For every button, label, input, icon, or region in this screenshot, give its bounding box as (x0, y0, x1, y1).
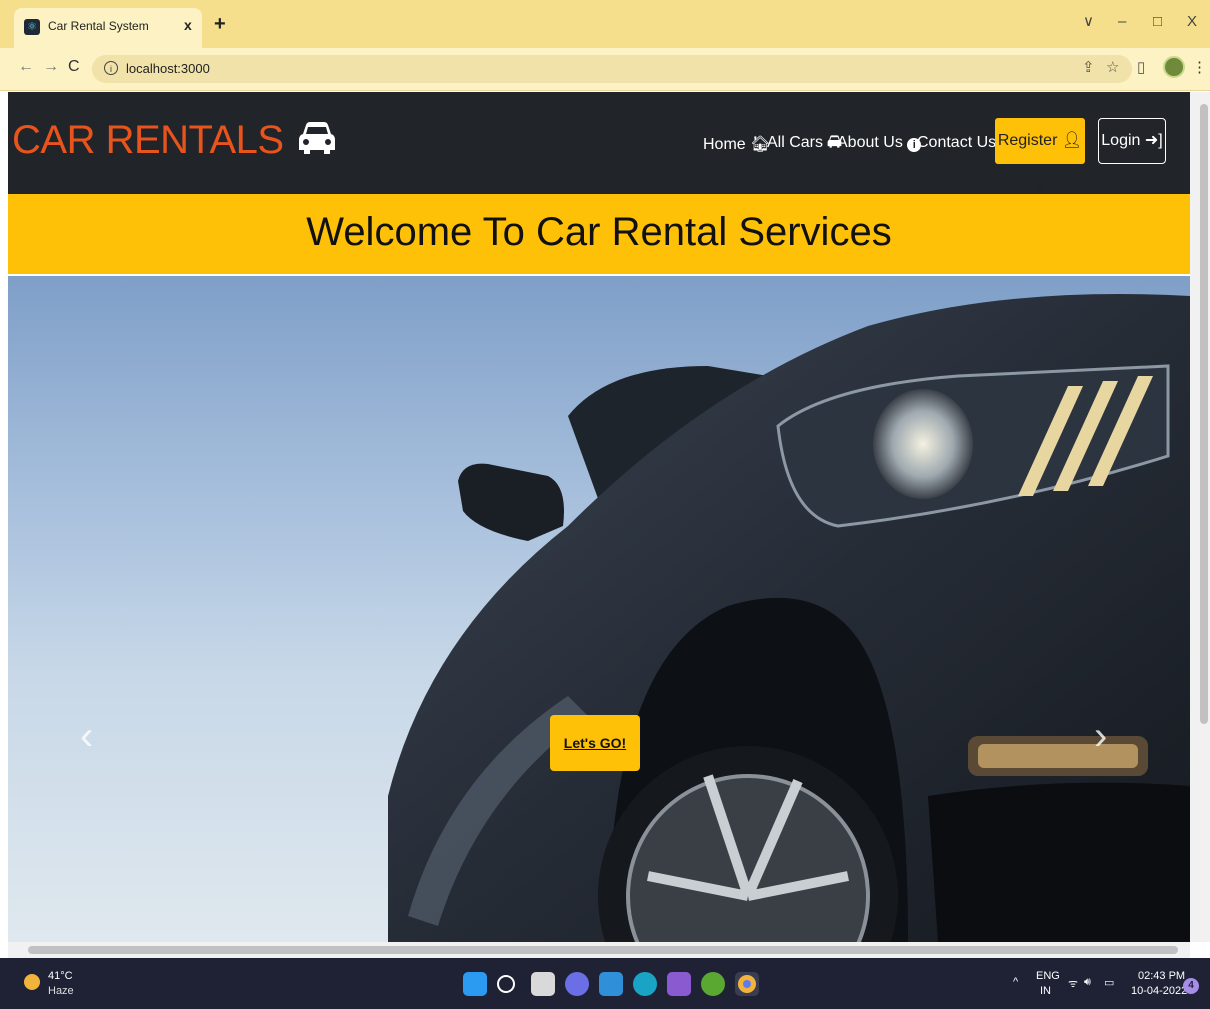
url-text: localhost:3000 (126, 61, 210, 76)
react-favicon-icon: ⚛ (24, 19, 40, 35)
side-panel-icon[interactable]: ▯ (1137, 60, 1145, 75)
wifi-icon[interactable]: ᯤ (1068, 976, 1078, 991)
welcome-title: Welcome To Car Rental Services (306, 210, 892, 254)
minimize-button[interactable]: – (1118, 14, 1126, 29)
language-top[interactable]: ENG (1036, 970, 1060, 982)
carousel-next-button[interactable]: › (1094, 716, 1107, 756)
weather-sun-icon[interactable] (24, 974, 40, 990)
teams-chat-icon[interactable] (565, 972, 589, 996)
profile-avatar[interactable] (1163, 56, 1185, 78)
tab-close-button[interactable]: x (184, 17, 192, 33)
address-bar[interactable]: i localhost:3000 (92, 55, 1132, 83)
bookmark-star-icon[interactable]: ☆ (1106, 60, 1119, 75)
tray-overflow-caret[interactable]: ^ (1013, 976, 1018, 988)
info-icon[interactable]: i (104, 61, 118, 75)
nav-link-about[interactable]: About Us i (837, 134, 922, 152)
notification-badge[interactable]: 4 (1183, 978, 1199, 994)
visual-studio-icon[interactable] (667, 972, 691, 996)
mongodb-icon[interactable] (701, 972, 725, 996)
brand-logo[interactable]: CAR RENTALS (12, 118, 336, 163)
new-tab-button[interactable]: + (214, 14, 226, 34)
page-viewport: CAR RENTALS Home 🏠︎ All Cars About Us i … (8, 92, 1190, 942)
carousel-prev-button[interactable]: ‹ (80, 716, 93, 756)
chrome-icon[interactable] (735, 972, 759, 996)
nav-link-home-label: Home (703, 136, 746, 153)
clock-date[interactable]: 10-04-2022 (1131, 985, 1187, 997)
vscode-icon[interactable] (599, 972, 623, 996)
login-button[interactable]: Login ➜] (1098, 118, 1166, 164)
windows-start-icon[interactable] (463, 972, 487, 996)
task-view-icon[interactable] (531, 972, 555, 996)
hero-carousel: ‹ › Let's GO! (8, 276, 1190, 942)
nav-link-home[interactable]: Home 🏠︎ (703, 134, 770, 154)
welcome-banner: Welcome To Car Rental Services (8, 194, 1190, 274)
nav-link-about-label: About Us (837, 134, 903, 151)
browser-toolbar: ← → C i localhost:3000 ⇪ ☆ ▯ ⋮ (0, 48, 1210, 91)
car-icon (299, 122, 336, 154)
browser-tab[interactable]: ⚛ Car Rental System x (14, 8, 202, 48)
tab-search-dropdown[interactable]: ∨ (1083, 14, 1094, 29)
search-icon[interactable] (497, 975, 515, 993)
kebab-menu-icon[interactable]: ⋮ (1192, 60, 1207, 75)
lets-go-button[interactable]: Let's GO! (550, 715, 640, 771)
clock-time[interactable]: 02:43 PM (1138, 970, 1185, 982)
register-button[interactable]: Register 👤︎+ (995, 118, 1085, 195)
edge-browser-icon[interactable] (633, 972, 657, 996)
sign-in-icon: ➜] (1144, 132, 1163, 149)
language-bottom[interactable]: IN (1040, 985, 1051, 997)
windows-taskbar: 41°C Haze ^ ENG IN ᯤ 🔊︎ ▭ 02:43 PM 10-04… (0, 958, 1210, 1009)
volume-icon[interactable]: 🔊︎ (1084, 976, 1091, 989)
car-hero-image (388, 294, 1190, 942)
nav-link-contact-label: Contact Us (917, 134, 997, 151)
battery-icon[interactable]: ▭ (1104, 976, 1114, 989)
tab-title: Car Rental System (48, 19, 149, 33)
close-window-button[interactable]: X (1187, 14, 1197, 29)
back-button[interactable]: ← (18, 58, 34, 76)
brand-text: CAR RENTALS (12, 118, 284, 162)
reload-button[interactable]: C (68, 58, 80, 76)
browser-tab-strip: ⚛ Car Rental System x + ∨ – □ X (0, 0, 1210, 48)
weather-description[interactable]: Haze (48, 985, 74, 997)
login-label: Login (1101, 132, 1141, 149)
forward-button[interactable]: → (43, 58, 59, 76)
nav-link-all-cars[interactable]: All Cars (767, 134, 842, 152)
weather-temperature[interactable]: 41°C (48, 970, 73, 982)
vertical-scroll-thumb[interactable] (1200, 104, 1208, 724)
maximize-button[interactable]: □ (1153, 14, 1162, 29)
register-label: Register (997, 132, 1058, 149)
site-navbar: CAR RENTALS Home 🏠︎ All Cars About Us i … (8, 92, 1190, 195)
share-icon[interactable]: ⇪ (1082, 60, 1095, 75)
nav-link-all-cars-label: All Cars (767, 134, 824, 151)
horizontal-scroll-thumb[interactable] (28, 946, 1178, 954)
